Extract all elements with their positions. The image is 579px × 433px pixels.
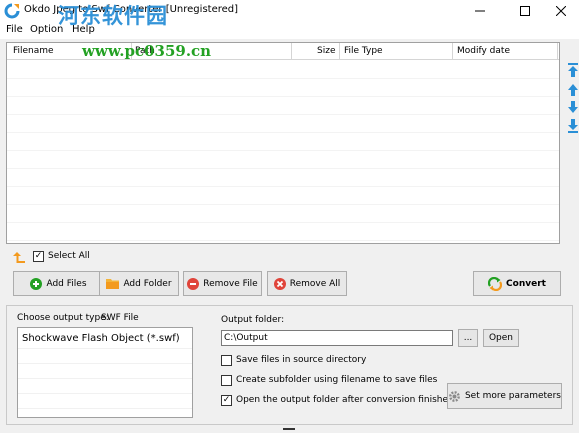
column-separator[interactable] bbox=[339, 43, 340, 60]
set-more-parameters-button[interactable]: Set more parameters bbox=[447, 383, 562, 409]
move-to-top-icon[interactable] bbox=[567, 62, 579, 78]
create-subfolder-label: Create subfolder using filename to save … bbox=[236, 375, 438, 385]
grid-line bbox=[7, 222, 559, 223]
output-folder-label: Output folder: bbox=[221, 315, 285, 325]
menu-file[interactable]: File bbox=[6, 24, 23, 35]
close-button[interactable] bbox=[541, 0, 579, 22]
move-up-icon[interactable] bbox=[567, 82, 579, 98]
grid-line bbox=[18, 348, 192, 349]
move-to-bottom-icon[interactable] bbox=[567, 118, 579, 134]
output-type-value: SWF File bbox=[101, 313, 139, 323]
delete-icon bbox=[273, 277, 286, 290]
grid-line bbox=[18, 378, 192, 379]
app-window: Okdo Jpeg to Swf Converter [Unregistered… bbox=[0, 0, 579, 433]
grid-line bbox=[7, 132, 559, 133]
column-size[interactable]: Size bbox=[317, 46, 335, 56]
add-folder-label: Add Folder bbox=[123, 278, 172, 289]
folder-icon bbox=[106, 279, 120, 289]
status-grip bbox=[283, 428, 295, 430]
select-all-checkbox[interactable]: ✓ bbox=[33, 251, 44, 262]
watermark-url: www.pc0359.cn bbox=[82, 42, 212, 60]
output-type-list[interactable]: Shockwave Flash Object (*.swf) bbox=[17, 327, 193, 418]
grid-line bbox=[7, 168, 559, 169]
gear-icon bbox=[449, 390, 460, 402]
grid-line bbox=[7, 114, 559, 115]
grid-line bbox=[7, 204, 559, 205]
add-icon bbox=[30, 277, 43, 290]
grid-line bbox=[18, 408, 192, 409]
create-subfolder-checkbox[interactable] bbox=[221, 375, 232, 386]
minimize-button[interactable] bbox=[460, 0, 500, 22]
move-down-icon[interactable] bbox=[567, 99, 579, 115]
minimize-icon bbox=[475, 10, 485, 12]
output-folder-input[interactable]: C:\Output bbox=[221, 330, 453, 346]
open-after-label: Open the output folder after conversion … bbox=[236, 395, 454, 405]
grid-line bbox=[18, 363, 192, 364]
select-all-label: Select All bbox=[48, 251, 90, 261]
grid-line bbox=[7, 186, 559, 187]
browse-label: ... bbox=[463, 333, 473, 343]
up-folder-icon[interactable] bbox=[12, 251, 26, 263]
check-mark-icon: ✓ bbox=[222, 395, 231, 405]
column-separator[interactable] bbox=[452, 43, 453, 60]
grid-line bbox=[7, 96, 559, 97]
convert-icon bbox=[488, 276, 503, 291]
save-in-source-checkbox[interactable] bbox=[221, 355, 232, 366]
remove-file-button[interactable]: Remove File bbox=[183, 271, 262, 296]
remove-file-label: Remove File bbox=[203, 278, 258, 289]
grid-line bbox=[7, 150, 559, 151]
maximize-button[interactable] bbox=[505, 0, 545, 22]
close-icon bbox=[556, 6, 566, 16]
column-separator[interactable] bbox=[291, 43, 292, 60]
app-logo-icon bbox=[4, 3, 20, 19]
open-after-checkbox[interactable]: ✓ bbox=[221, 395, 232, 406]
grid-line bbox=[18, 393, 192, 394]
watermark-text: 河东软件园 bbox=[58, 3, 168, 28]
open-folder-button[interactable]: Open bbox=[483, 329, 519, 347]
convert-label: Convert bbox=[506, 278, 546, 289]
grid-line bbox=[7, 78, 559, 79]
grid-line bbox=[7, 240, 559, 241]
remove-all-button[interactable]: Remove All bbox=[267, 271, 347, 296]
column-separator[interactable] bbox=[557, 43, 558, 60]
output-type-option[interactable]: Shockwave Flash Object (*.swf) bbox=[22, 333, 180, 344]
file-list[interactable]: Filename Path Size File Type Modify date bbox=[6, 42, 560, 244]
maximize-icon bbox=[520, 6, 530, 16]
column-modify-date[interactable]: Modify date bbox=[457, 46, 510, 56]
column-file-type[interactable]: File Type bbox=[344, 46, 383, 56]
add-files-label: Add Files bbox=[46, 278, 87, 289]
add-folder-button[interactable]: Add Folder bbox=[99, 271, 179, 296]
check-mark-icon: ✓ bbox=[34, 251, 43, 261]
save-in-source-label: Save files in source directory bbox=[236, 355, 367, 365]
column-filename[interactable]: Filename bbox=[13, 46, 54, 56]
browse-button[interactable]: ... bbox=[458, 329, 478, 347]
open-label: Open bbox=[488, 333, 514, 343]
output-type-label: Choose output type: bbox=[17, 313, 109, 323]
remove-all-label: Remove All bbox=[289, 278, 341, 289]
convert-button[interactable]: Convert bbox=[473, 271, 561, 296]
remove-icon bbox=[187, 277, 200, 290]
set-more-parameters-label: Set more parameters bbox=[464, 391, 561, 401]
add-files-button[interactable]: Add Files bbox=[13, 271, 104, 296]
